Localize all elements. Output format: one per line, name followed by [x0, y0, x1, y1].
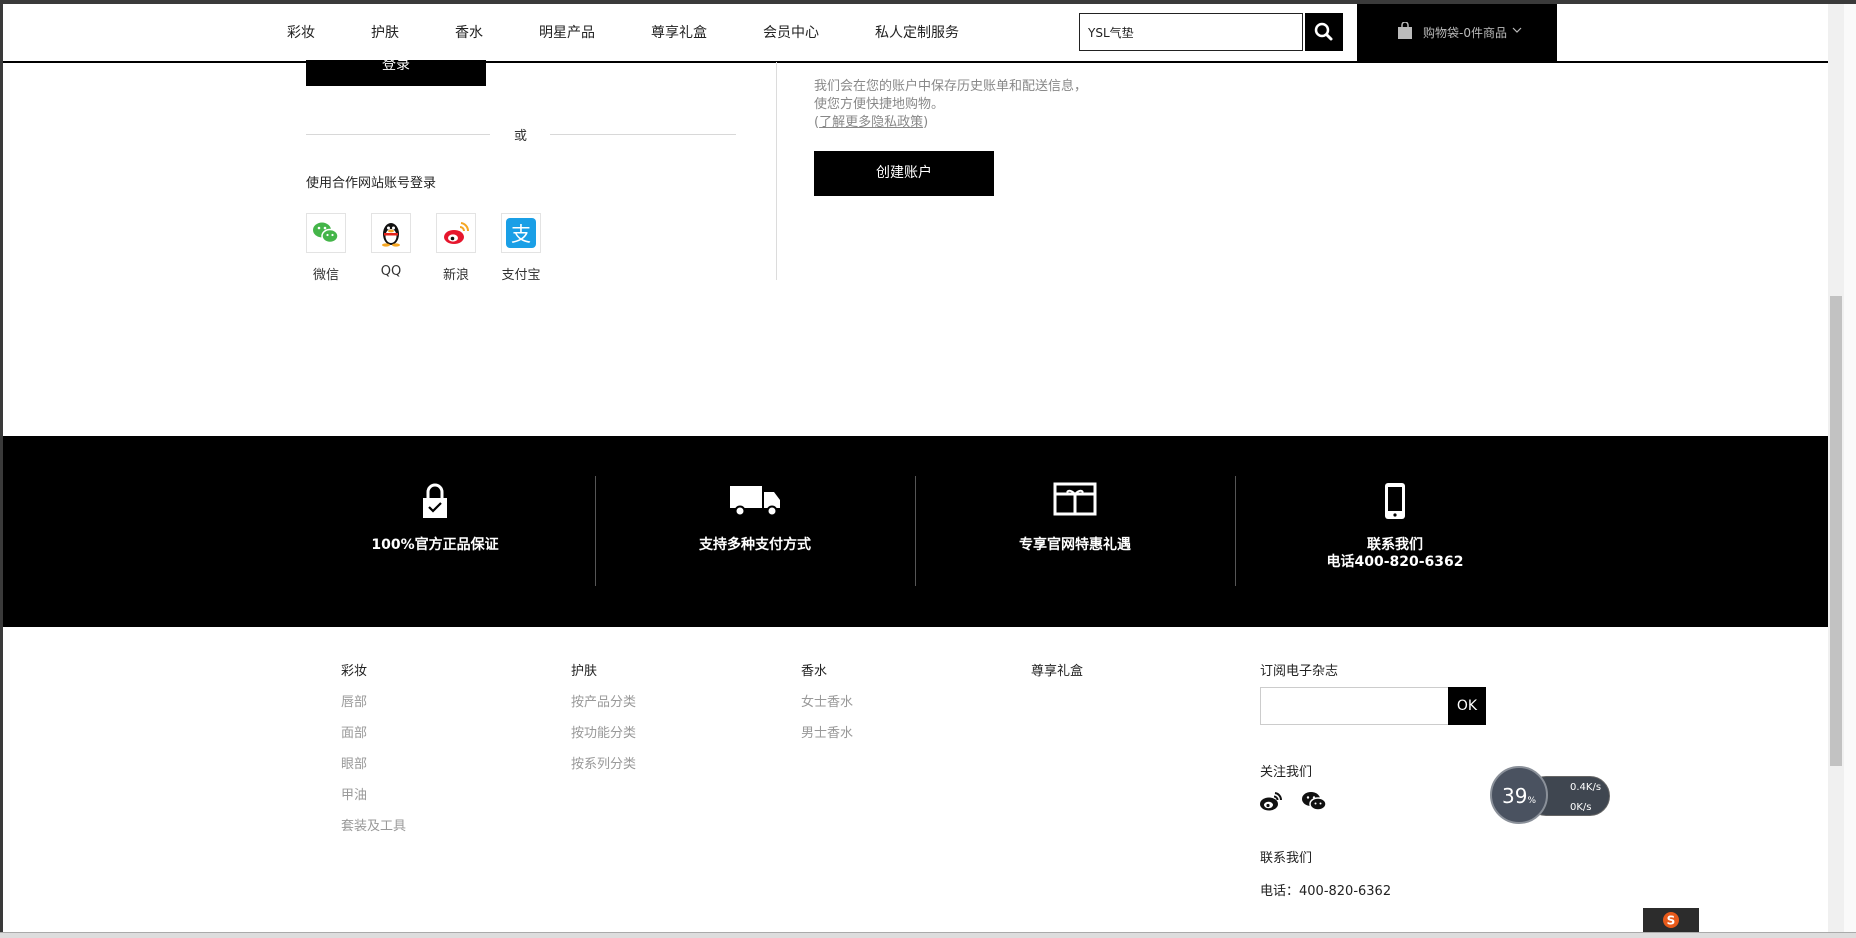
follow-us-title: 关注我们: [1260, 765, 1313, 780]
register-info-line2: 使您方便快捷地购物。: [814, 97, 945, 112]
register-info-line1: 我们会在您的账户中保存历史账单和配送信息，: [814, 79, 1088, 94]
footer-link-by-function[interactable]: 按功能分类: [571, 722, 636, 741]
footer-col-giftbox-title[interactable]: 尊享礼盒: [1031, 660, 1083, 679]
footer-link-nails[interactable]: 甲油: [341, 784, 367, 803]
search-button[interactable]: [1305, 13, 1343, 51]
or-text: 或: [514, 129, 528, 144]
divider-left: [306, 134, 490, 135]
wechat-login-button[interactable]: [306, 213, 346, 253]
login-button-label: 登录: [382, 60, 410, 73]
speed-percent-unit: %: [1527, 796, 1537, 806]
subscribe-title: 订阅电子杂志: [1260, 664, 1339, 679]
chevron-down-icon: [1512, 27, 1522, 33]
partner-label-weibo: 新浪: [442, 268, 469, 283]
footer-link-lips[interactable]: 唇部: [341, 691, 367, 710]
search-box: [1079, 13, 1303, 51]
ime-toolbar[interactable]: S: [1643, 908, 1699, 932]
partner-label-wechat: 微信: [312, 268, 339, 283]
privacy-policy-link[interactable]: 了解更多隐私政策: [819, 115, 923, 130]
search-icon: [1314, 22, 1333, 41]
gift-icon: [1053, 482, 1097, 516]
nav-item-member-center[interactable]: 会员中心: [763, 22, 819, 42]
truck-icon: [730, 486, 780, 517]
footer-col-skincare-title[interactable]: 护肤: [571, 660, 597, 679]
footer-link-womens-fragrance[interactable]: 女士香水: [801, 691, 853, 710]
alipay-login-button[interactable]: 支: [501, 213, 541, 253]
speed-percent-value: 39: [1502, 784, 1528, 808]
cart-button[interactable]: 购物袋-0件商品: [1357, 4, 1557, 61]
sogou-ime-icon: S: [1663, 912, 1679, 928]
speed-circle: 39%: [1490, 766, 1548, 824]
upload-speed: 0.4K/s: [1570, 782, 1602, 793]
cart-label: 购物袋-0件商品: [1423, 26, 1507, 40]
speed-percent: 39%: [1502, 784, 1536, 808]
nav-item-custom-service[interactable]: 私人定制服务: [875, 22, 959, 42]
download-speed: 0K/s: [1570, 802, 1592, 813]
qq-penguin-icon: [382, 223, 400, 247]
guarantee-text-gift: 专享官网特惠礼遇: [1019, 537, 1131, 553]
service-guarantee-band: 100%官方正品保证 支持多种支付方式 专享官网特惠礼遇 联系我们 电话400-…: [3, 436, 1828, 627]
alipay-icon: 支: [506, 218, 536, 248]
partner-label-qq: QQ: [380, 264, 402, 279]
guarantee-authentic: 100%官方正品保证: [275, 436, 595, 627]
footer-contact-title: 联系我们: [1260, 851, 1313, 866]
newsletter-email-input[interactable]: [1260, 687, 1450, 725]
mobile-phone-icon: [1385, 483, 1405, 519]
shopping-bag-icon: [1398, 22, 1412, 39]
weibo-login-button[interactable]: [436, 213, 476, 253]
footer-col-makeup-title[interactable]: 彩妆: [341, 660, 367, 679]
partner-label-alipay: 支付宝: [501, 268, 541, 283]
top-navigation: 彩妆 护肤 香水 明星产品 尊享礼盒 会员中心 私人定制服务 购物袋-0件商品: [3, 4, 1828, 63]
weibo-icon: [444, 222, 470, 244]
contact-title: 联系我们: [1367, 537, 1423, 553]
subscribe-ok-button[interactable]: OK: [1448, 687, 1486, 725]
network-speed-widget[interactable]: 39% 0.4K/s 0K/s: [1490, 766, 1612, 826]
column-divider: [776, 62, 777, 280]
footer-link-mens-fragrance[interactable]: 男士香水: [801, 722, 853, 741]
footer-link-eyes[interactable]: 眼部: [341, 753, 367, 772]
guarantee-text-payment: 支持多种支付方式: [699, 537, 811, 553]
guarantee-text-authentic: 100%官方正品保证: [371, 537, 499, 553]
guarantee-text-contact: 联系我们 电话400-820-6362: [1235, 537, 1555, 571]
taskbar-edge: [0, 932, 1856, 938]
footer-contact-phone: 电话：400-820-6362: [1260, 884, 1392, 899]
guarantee-contact: 联系我们 电话400-820-6362: [1235, 436, 1555, 627]
nav-item-star-products[interactable]: 明星产品: [539, 22, 595, 42]
divider-right: [550, 134, 736, 135]
vertical-scrollbar[interactable]: [1828, 4, 1844, 937]
guarantee-gift: 专享官网特惠礼遇: [915, 436, 1235, 627]
window-side-strip: [1844, 4, 1856, 937]
nav-item-fragrance[interactable]: 香水: [455, 22, 483, 42]
nav-item-makeup[interactable]: 彩妆: [287, 22, 315, 42]
privacy-note: (了解更多隐私政策): [814, 111, 928, 130]
partner-login-title: 使用合作网站账号登录: [306, 176, 437, 191]
wechat-follow-icon[interactable]: [1300, 790, 1328, 812]
footer-link-by-series[interactable]: 按系列分类: [571, 753, 636, 772]
weibo-follow-icon[interactable]: [1258, 790, 1284, 812]
footer-link-by-product[interactable]: 按产品分类: [571, 691, 636, 710]
search-input[interactable]: [1088, 23, 1288, 41]
login-button[interactable]: 登录: [306, 60, 486, 86]
contact-phone: 电话400-820-6362: [1326, 554, 1464, 570]
scrollbar-thumb[interactable]: [1830, 296, 1842, 766]
svg-text:S: S: [1667, 914, 1676, 928]
guarantee-payment: 支持多种支付方式: [595, 436, 915, 627]
privacy-paren-close: ): [923, 115, 929, 130]
create-account-button[interactable]: 创建账户: [814, 151, 994, 196]
qq-login-button[interactable]: [371, 213, 411, 253]
lock-icon: [423, 483, 447, 518]
nav-item-skincare[interactable]: 护肤: [371, 22, 399, 42]
nav-item-gift-box[interactable]: 尊享礼盒: [651, 22, 707, 42]
footer-link-sets-tools[interactable]: 套装及工具: [341, 815, 406, 834]
svg-text:支: 支: [511, 222, 531, 246]
footer-col-fragrance-title[interactable]: 香水: [801, 660, 827, 679]
wechat-icon: [313, 222, 339, 244]
footer-link-face[interactable]: 面部: [341, 722, 367, 741]
